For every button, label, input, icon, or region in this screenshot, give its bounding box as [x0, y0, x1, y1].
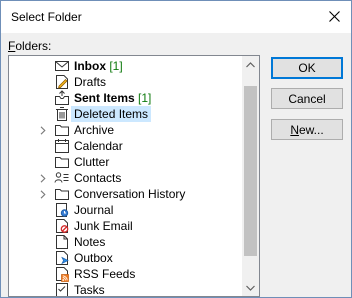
folder-row-rss-feeds[interactable]: RSS Feeds	[9, 266, 239, 282]
folder-name: Calendar	[74, 139, 123, 153]
folder-label: Junk Email	[71, 218, 136, 234]
scroll-thumb[interactable]	[244, 86, 257, 256]
folder-row-tasks[interactable]: Tasks	[9, 282, 239, 297]
close-icon	[328, 10, 340, 22]
folder-tree[interactable]: Inbox [1] Drafts Sent Items [1] Deleted Ite…	[8, 55, 260, 297]
folder-name: Deleted Items	[74, 107, 149, 121]
folder-row-notes[interactable]: Notes	[9, 234, 239, 250]
folder-row-contacts[interactable]: Contacts	[9, 170, 239, 186]
folder-name: Sent Items	[74, 91, 135, 105]
folder-row-conversation-history[interactable]: Conversation History	[9, 186, 239, 202]
calendar-icon	[54, 138, 70, 154]
expand-chevron-icon[interactable]	[38, 124, 48, 136]
folder-label: Sent Items [1]	[71, 90, 154, 106]
sent-items-icon	[54, 90, 70, 106]
cancel-button[interactable]: Cancel	[271, 88, 343, 109]
folder-name: Outbox	[74, 251, 113, 265]
window-title: Select Folder	[11, 10, 82, 24]
contacts-icon	[54, 170, 70, 186]
folder-icon	[54, 186, 70, 202]
folder-row-junk-email[interactable]: Junk Email	[9, 218, 239, 234]
tasks-icon	[54, 282, 70, 296]
expand-chevron-icon[interactable]	[38, 188, 48, 200]
folder-name: Journal	[74, 203, 114, 217]
folder-icon	[54, 122, 70, 138]
folder-icon	[54, 154, 70, 170]
drafts-icon	[54, 74, 70, 90]
rss-feeds-icon	[54, 266, 70, 282]
inbox-icon	[54, 58, 70, 74]
folder-name: Contacts	[74, 171, 122, 185]
scroll-up-arrow-icon	[246, 61, 255, 67]
folder-name: Archive	[74, 123, 115, 137]
select-folder-dialog: Select Folder Folders: Inbox [1] Drafts Se…	[0, 0, 352, 298]
folder-row-archive[interactable]: Archive	[9, 122, 239, 138]
folder-row-clutter[interactable]: Clutter	[9, 154, 239, 170]
folder-name: Conversation History	[74, 187, 186, 201]
new-button-text: ew...	[298, 122, 324, 137]
folder-name: Junk Email	[74, 219, 133, 233]
folder-row-drafts[interactable]: Drafts	[9, 74, 239, 90]
scroll-down-button[interactable]	[242, 279, 259, 296]
folder-name: Drafts	[74, 75, 107, 89]
folder-name: RSS Feeds	[74, 267, 136, 281]
folder-row-journal[interactable]: Journal	[9, 202, 239, 218]
folders-label: Folders:	[8, 39, 51, 53]
trash-icon	[54, 106, 70, 122]
folder-label: Notes	[71, 234, 108, 250]
folder-name: Notes	[74, 235, 106, 249]
folder-label: Calendar	[71, 138, 126, 154]
folders-label-text: olders:	[15, 39, 52, 53]
scroll-down-arrow-icon	[246, 285, 255, 291]
vertical-scrollbar[interactable]	[242, 56, 259, 296]
junk-email-icon	[54, 218, 70, 234]
ok-button[interactable]: OK	[271, 57, 343, 79]
scroll-up-button[interactable]	[242, 56, 259, 73]
folder-label: Drafts	[71, 74, 109, 90]
folder-label: Outbox	[71, 250, 116, 266]
folder-label: Journal	[71, 202, 116, 218]
folder-row-deleted-items[interactable]: Deleted Items	[9, 106, 239, 122]
folder-label: Conversation History	[71, 186, 188, 202]
journal-icon	[54, 202, 70, 218]
folder-row-inbox[interactable]: Inbox [1]	[9, 58, 239, 74]
folder-label: Inbox [1]	[71, 58, 126, 74]
unread-count: [1]	[109, 59, 123, 73]
folder-label: Deleted Items	[71, 106, 152, 122]
folder-row-calendar[interactable]: Calendar	[9, 138, 239, 154]
folder-label: RSS Feeds	[71, 266, 138, 282]
folder-label: Archive	[71, 122, 117, 138]
outbox-icon	[54, 250, 70, 266]
folder-row-sent-items[interactable]: Sent Items [1]	[9, 90, 239, 106]
folder-row-outbox[interactable]: Outbox	[9, 250, 239, 266]
close-button[interactable]	[317, 1, 351, 31]
folder-label: Clutter	[71, 154, 112, 170]
title-bar[interactable]: Select Folder	[1, 1, 351, 33]
folder-label: Contacts	[71, 170, 124, 186]
new-folder-button[interactable]: New...	[271, 119, 343, 140]
folder-label: Tasks	[71, 282, 108, 297]
new-button-accel: N	[290, 122, 299, 137]
folder-name: Inbox	[74, 59, 106, 73]
folder-name: Tasks	[74, 283, 105, 297]
folder-name: Clutter	[74, 155, 110, 169]
unread-count: [1]	[138, 91, 152, 105]
notes-icon	[54, 234, 70, 250]
expand-chevron-icon[interactable]	[38, 172, 48, 184]
